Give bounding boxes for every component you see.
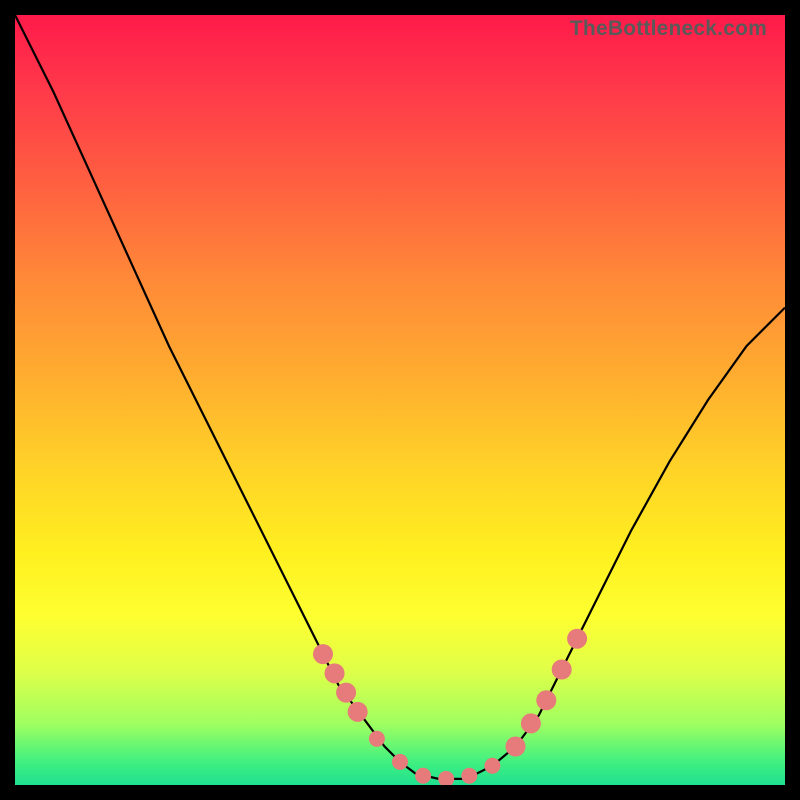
marker-point — [484, 758, 500, 774]
plot-area: TheBottleneck.com — [15, 15, 785, 785]
curve-line — [15, 15, 785, 779]
marker-point — [336, 683, 356, 703]
marker-point — [506, 737, 526, 757]
chart-frame: TheBottleneck.com — [0, 0, 800, 800]
watermark-label: TheBottleneck.com — [570, 17, 767, 41]
marker-point — [438, 771, 454, 785]
marker-point — [552, 660, 572, 680]
marker-point — [392, 754, 408, 770]
marker-point — [415, 768, 431, 784]
chart-svg — [15, 15, 785, 785]
marker-point — [348, 702, 368, 722]
marker-point — [521, 713, 541, 733]
bottleneck-curve — [15, 15, 785, 779]
marker-point — [325, 663, 345, 683]
marker-point — [369, 731, 385, 747]
marker-point — [567, 629, 587, 649]
marker-point — [461, 768, 477, 784]
highlight-markers — [313, 629, 587, 785]
marker-point — [536, 690, 556, 710]
marker-point — [313, 644, 333, 664]
